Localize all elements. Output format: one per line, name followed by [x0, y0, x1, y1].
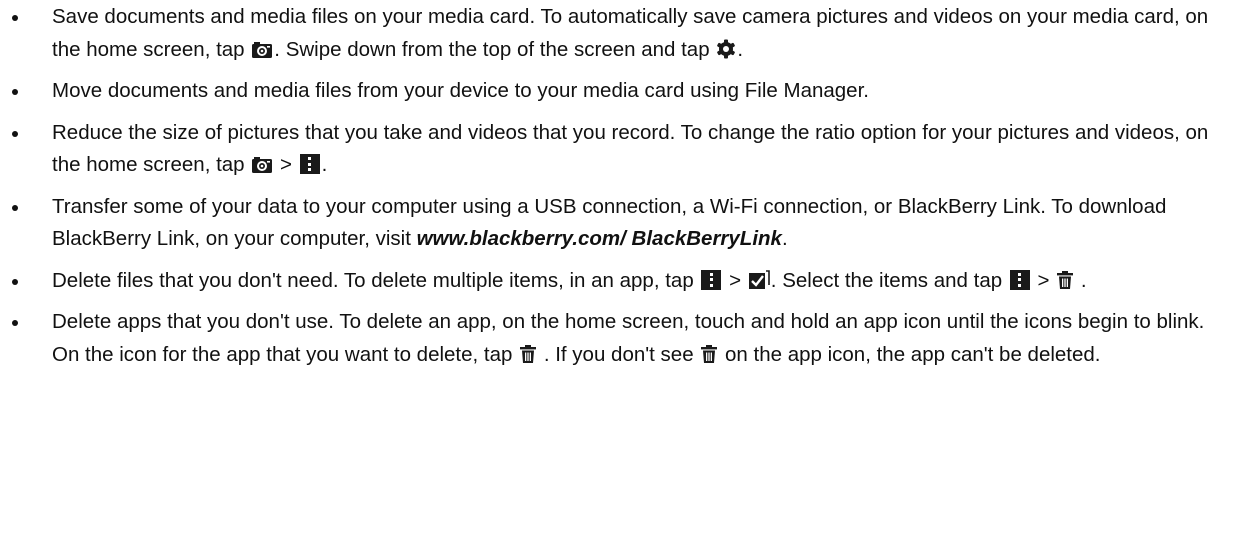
tip-text: .: [781, 227, 788, 250]
list-item: Delete apps that you don't use. To delet…: [0, 306, 1256, 371]
blackberry-link-url[interactable]: www.blackberry.com/ BlackBerryLink: [417, 227, 782, 250]
tip-text: >: [1031, 268, 1056, 292]
tip-text: . Swipe down from the top of the screen …: [274, 37, 716, 61]
bullet-dot: [12, 89, 18, 95]
tip-text: Move documents and media files from your…: [52, 79, 869, 102]
list-item: Transfer some of your data to your compu…: [0, 191, 1256, 256]
list-item: Save documents and media files on your m…: [0, 1, 1256, 66]
trash-icon: [700, 344, 718, 364]
select-items-icon: [748, 269, 770, 290]
tip-text: .: [321, 153, 328, 176]
gear-icon: [716, 39, 736, 59]
camera-icon: [251, 156, 273, 174]
tip-text: on the app icon, the app can't be delete…: [719, 342, 1101, 366]
tip-text: Delete files that you don't need. To del…: [52, 268, 700, 292]
tip-text: . If you don't see: [538, 342, 700, 366]
bullet-dot: [12, 130, 18, 137]
tip-text: .: [737, 37, 744, 61]
bullet-dot: [12, 278, 18, 285]
more-menu-icon: [299, 154, 320, 174]
list-item: Move documents and media files from your…: [0, 75, 1256, 108]
list-item: Reduce the size of pictures that you tak…: [0, 117, 1256, 182]
tip-text: Reduce the size of pictures that you tak…: [52, 120, 1209, 177]
trash-icon: [1056, 270, 1074, 290]
more-menu-icon: [1009, 269, 1030, 290]
more-menu-icon: [701, 269, 722, 290]
tip-text: >: [723, 268, 747, 292]
camera-icon: [251, 41, 273, 59]
tip-text: .: [1075, 268, 1087, 292]
bullet-dot: [12, 204, 18, 211]
list-item: Delete files that you don't need. To del…: [0, 265, 1256, 298]
document-page: Save documents and media files on your m…: [0, 0, 1256, 555]
tips-list: Save documents and media files on your m…: [0, 1, 1256, 371]
tip-text: . Select the items and tap: [770, 268, 1008, 292]
bullet-dot: [12, 15, 18, 21]
tip-text: >: [274, 153, 298, 176]
bullet-dot: [12, 320, 18, 326]
trash-icon: [519, 344, 537, 364]
